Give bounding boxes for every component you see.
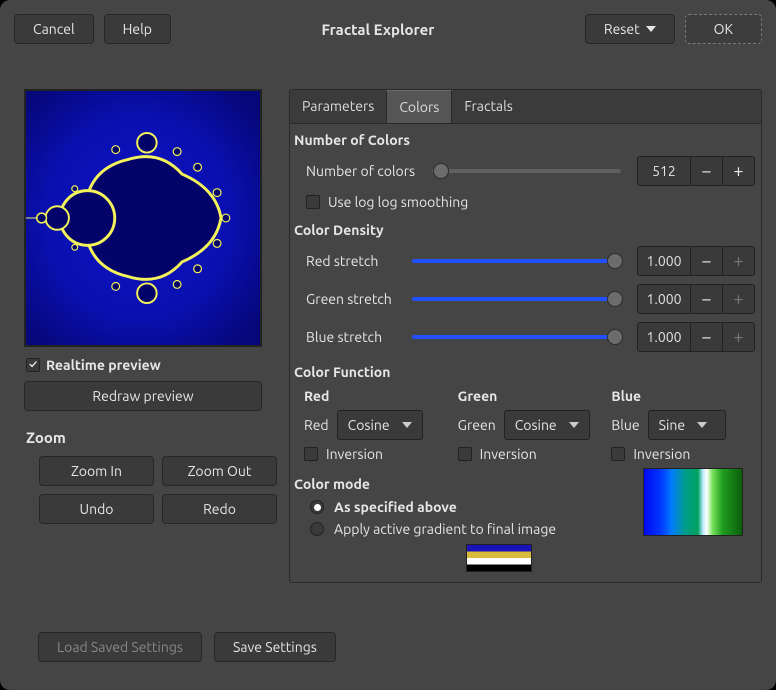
dialog-title: Fractal Explorer <box>181 21 575 38</box>
header-bar: Cancel Help Fractal Explorer Reset OK <box>14 14 762 44</box>
footer-bar: Load Saved Settings Save Settings <box>38 632 336 662</box>
number-of-colors-heading: Number of Colors <box>290 124 761 152</box>
color-function-heading: Color Function <box>290 356 761 384</box>
reset-button[interactable]: Reset <box>585 14 675 44</box>
red-inversion-label: Inversion <box>326 446 383 462</box>
chevron-down-icon <box>646 26 656 32</box>
realtime-preview-row[interactable]: Realtime preview <box>26 357 274 373</box>
number-of-colors-value[interactable]: 512 <box>637 156 691 186</box>
realtime-label: Realtime preview <box>46 357 161 373</box>
blue-stretch-value[interactable]: 1.000 <box>637 322 691 352</box>
red-stretch-label: Red stretch <box>306 253 402 269</box>
minus-button[interactable]: − <box>691 322 723 352</box>
active-gradient-swatch[interactable] <box>466 544 532 572</box>
settings-panel: Parameters Colors Fractals Number of Col… <box>289 89 762 583</box>
red-stretch-row: Red stretch 1.000 − + <box>290 242 761 280</box>
zoom-in-button[interactable]: Zoom In <box>39 456 154 486</box>
blue-function-col: Blue Blue Sine Inversion <box>611 388 755 468</box>
chevron-down-icon <box>697 422 707 428</box>
loglog-checkbox[interactable] <box>306 195 320 209</box>
minus-button[interactable]: − <box>691 246 723 276</box>
number-of-colors-label: Number of colors <box>306 163 422 179</box>
green-function-value: Cosine <box>515 417 557 433</box>
cancel-button[interactable]: Cancel <box>14 14 94 44</box>
blue-function-select[interactable]: Sine <box>648 410 726 440</box>
zoom-controls: Zoom In Zoom Out Undo Redo <box>39 456 277 524</box>
loglog-row[interactable]: Use log log smoothing <box>290 190 761 214</box>
minus-button[interactable]: − <box>691 284 723 314</box>
zoom-out-button[interactable]: Zoom Out <box>162 456 277 486</box>
gradient-preview-swatch[interactable] <box>643 468 743 536</box>
load-settings-button[interactable]: Load Saved Settings <box>38 632 202 662</box>
blue-stretch-row: Blue stretch 1.000 − + <box>290 318 761 356</box>
undo-button[interactable]: Undo <box>39 494 154 524</box>
green-subheading: Green <box>458 388 602 404</box>
red-function-value: Cosine <box>348 417 390 433</box>
blue-subheading: Blue <box>611 388 755 404</box>
red-function-col: Red Red Cosine Inversion <box>304 388 448 468</box>
green-stretch-label: Green stretch <box>306 291 402 307</box>
red-subheading: Red <box>304 388 448 404</box>
minus-button[interactable]: − <box>691 156 723 186</box>
green-inversion-checkbox[interactable] <box>458 447 472 461</box>
help-button[interactable]: Help <box>104 14 171 44</box>
zoom-heading: Zoom <box>26 429 274 446</box>
green-inversion-label: Inversion <box>480 446 537 462</box>
chevron-down-icon <box>402 422 412 428</box>
red-inversion-checkbox[interactable] <box>304 447 318 461</box>
number-of-colors-stepper: 512 − + <box>637 156 755 186</box>
as-specified-label: As specified above <box>334 499 457 515</box>
red-stretch-value[interactable]: 1.000 <box>637 246 691 276</box>
redo-button[interactable]: Redo <box>162 494 277 524</box>
as-specified-radio[interactable] <box>310 500 324 514</box>
blue-stretch-stepper: 1.000 − + <box>637 322 755 352</box>
red-func-label: Red <box>304 417 329 433</box>
save-settings-button[interactable]: Save Settings <box>214 632 336 662</box>
number-of-colors-row: Number of colors 512 − + <box>290 152 761 190</box>
color-density-heading: Color Density <box>290 214 761 242</box>
tab-colors[interactable]: Colors <box>386 90 452 123</box>
blue-stretch-label: Blue stretch <box>306 329 402 345</box>
green-function-select[interactable]: Cosine <box>504 410 590 440</box>
blue-function-value: Sine <box>659 417 685 433</box>
red-function-select[interactable]: Cosine <box>337 410 423 440</box>
redraw-preview-button[interactable]: Redraw preview <box>24 381 262 411</box>
green-stretch-stepper: 1.000 − + <box>637 284 755 314</box>
realtime-checkbox[interactable] <box>26 358 40 372</box>
main-content: Realtime preview Redraw preview Zoom Zoo… <box>14 89 762 583</box>
green-stretch-slider[interactable] <box>412 290 621 308</box>
green-function-col: Green Green Cosine Inversion <box>458 388 602 468</box>
color-mode-section: Color mode As specified above Apply acti… <box>290 468 761 582</box>
blue-inversion-label: Inversion <box>633 446 690 462</box>
color-function-columns: Red Red Cosine Inversion Green <box>290 384 761 468</box>
apply-gradient-radio[interactable] <box>310 522 324 536</box>
apply-gradient-label: Apply active gradient to final image <box>334 521 556 537</box>
reset-label: Reset <box>604 21 640 37</box>
plus-button[interactable]: + <box>723 246 755 276</box>
ok-button[interactable]: OK <box>685 14 762 44</box>
plus-button[interactable]: + <box>723 322 755 352</box>
fractal-preview <box>24 89 262 347</box>
green-func-label: Green <box>458 417 496 433</box>
tab-bar: Parameters Colors Fractals <box>290 90 761 124</box>
tab-fractals[interactable]: Fractals <box>452 90 525 123</box>
blue-func-label: Blue <box>611 417 639 433</box>
number-of-colors-slider[interactable] <box>432 162 621 180</box>
plus-button[interactable]: + <box>723 284 755 314</box>
loglog-label: Use log log smoothing <box>328 194 468 210</box>
green-stretch-row: Green stretch 1.000 − + <box>290 280 761 318</box>
green-stretch-value[interactable]: 1.000 <box>637 284 691 314</box>
tab-parameters[interactable]: Parameters <box>290 90 386 123</box>
red-stretch-slider[interactable] <box>412 252 621 270</box>
plus-button[interactable]: + <box>723 156 755 186</box>
left-column: Realtime preview Redraw preview Zoom Zoo… <box>14 89 274 583</box>
blue-stretch-slider[interactable] <box>412 328 621 346</box>
dialog-window: Cancel Help Fractal Explorer Reset OK <box>0 0 776 690</box>
chevron-down-icon <box>569 422 579 428</box>
blue-inversion-checkbox[interactable] <box>611 447 625 461</box>
red-stretch-stepper: 1.000 − + <box>637 246 755 276</box>
